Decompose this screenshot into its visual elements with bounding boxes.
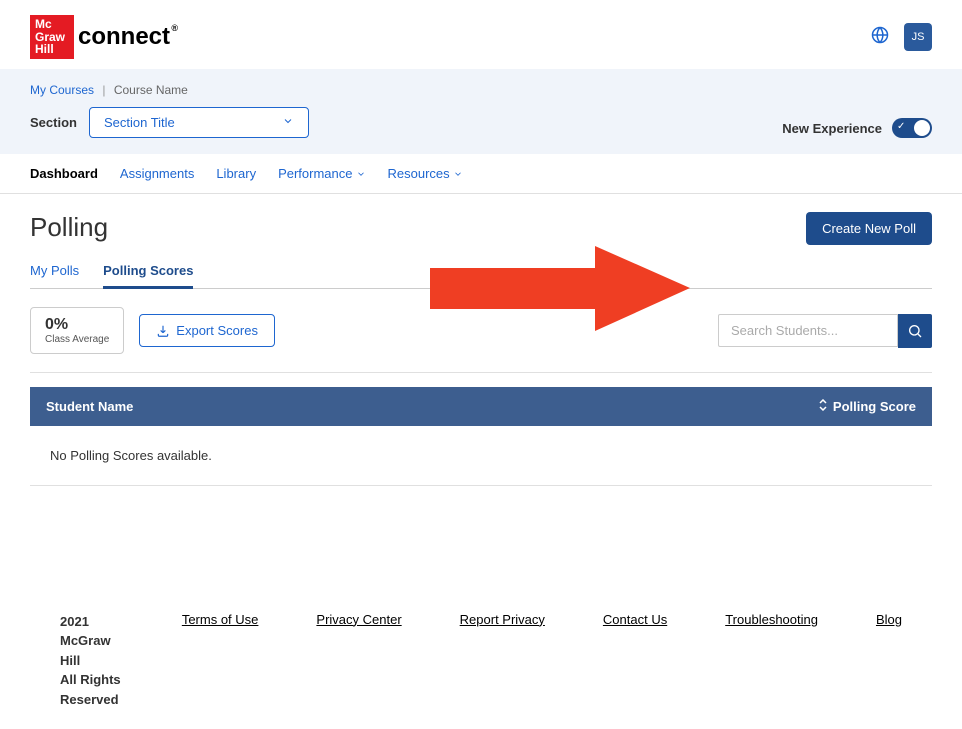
tab-resources[interactable]: Resources	[388, 166, 463, 181]
avatar[interactable]: JS	[904, 23, 932, 51]
search-wrap	[718, 314, 932, 348]
sub-tabs: My Polls Polling Scores	[30, 263, 932, 289]
footer-link-blog[interactable]: Blog	[876, 612, 902, 627]
main-content: Polling Create New Poll My Polls Polling…	[0, 194, 962, 504]
breadcrumb: My Courses | Course Name	[30, 83, 309, 97]
globe-icon[interactable]	[871, 26, 889, 49]
new-experience-toggle[interactable]: ✓	[892, 118, 932, 138]
export-scores-button[interactable]: Export Scores	[139, 314, 275, 347]
section-select[interactable]: Section Title	[89, 107, 309, 138]
breadcrumb-separator: |	[102, 83, 105, 97]
new-experience-label: New Experience	[782, 121, 882, 136]
chevron-down-icon	[282, 115, 294, 130]
footer-copyright: 2021 McGraw Hill All Rights Reserved	[60, 612, 132, 710]
class-average-card: 0% Class Average	[30, 307, 124, 354]
brand-logo[interactable]: Mc Graw Hill connect	[30, 15, 170, 59]
section-row: Section Section Title	[30, 107, 309, 138]
check-icon: ✓	[897, 121, 905, 132]
breadcrumb-my-courses[interactable]: My Courses	[30, 83, 94, 97]
connect-logo-text: connect	[78, 23, 170, 51]
page-title: Polling	[30, 212, 108, 243]
table-header: Student Name Polling Score	[30, 387, 932, 426]
sort-icon	[818, 399, 828, 414]
create-new-poll-button[interactable]: Create New Poll	[806, 212, 932, 245]
search-icon	[907, 323, 923, 339]
subtab-my-polls[interactable]: My Polls	[30, 263, 79, 288]
toggle-knob	[914, 120, 930, 136]
scores-row: 0% Class Average Export Scores	[30, 289, 932, 373]
empty-state: No Polling Scores available.	[30, 426, 932, 486]
section-value: Section Title	[104, 115, 175, 130]
chevron-down-icon	[356, 169, 366, 179]
subtab-polling-scores[interactable]: Polling Scores	[103, 263, 193, 289]
breadcrumb-bar: My Courses | Course Name Section Section…	[0, 69, 962, 154]
tab-performance[interactable]: Performance	[278, 166, 365, 181]
search-students-input[interactable]	[718, 314, 898, 347]
avatar-initials: JS	[912, 31, 925, 43]
download-icon	[156, 324, 170, 338]
top-header: Mc Graw Hill connect JS	[0, 0, 962, 69]
chevron-down-icon	[453, 169, 463, 179]
nav-tabs: Dashboard Assignments Library Performanc…	[0, 154, 962, 194]
breadcrumb-course-name: Course Name	[114, 83, 188, 97]
footer-link-report-privacy[interactable]: Report Privacy	[460, 612, 545, 627]
footer: 2021 McGraw Hill All Rights Reserved Ter…	[0, 612, 962, 710]
search-button[interactable]	[898, 314, 932, 348]
tab-dashboard[interactable]: Dashboard	[30, 166, 98, 181]
column-student-name[interactable]: Student Name	[46, 399, 133, 414]
class-average-value: 0%	[45, 316, 109, 334]
export-scores-label: Export Scores	[176, 323, 258, 338]
footer-links: Terms of Use Privacy Center Report Priva…	[182, 612, 902, 627]
footer-link-privacy-center[interactable]: Privacy Center	[316, 612, 401, 627]
top-right: JS	[871, 23, 932, 51]
tab-library[interactable]: Library	[216, 166, 256, 181]
tab-assignments[interactable]: Assignments	[120, 166, 194, 181]
mcgraw-hill-logo-box: Mc Graw Hill	[30, 15, 74, 59]
footer-link-terms[interactable]: Terms of Use	[182, 612, 259, 627]
section-label: Section	[30, 115, 77, 130]
footer-link-troubleshooting[interactable]: Troubleshooting	[725, 612, 818, 627]
footer-link-contact[interactable]: Contact Us	[603, 612, 667, 627]
class-average-label: Class Average	[45, 334, 109, 345]
column-polling-score[interactable]: Polling Score	[818, 399, 916, 414]
